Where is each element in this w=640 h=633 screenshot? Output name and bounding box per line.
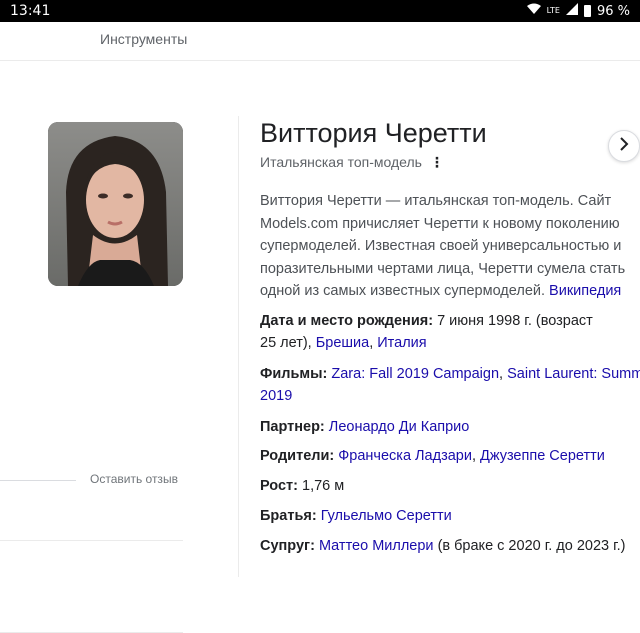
fact-label: Партнер: <box>260 419 325 435</box>
feedback-link[interactable]: Оставить отзыв <box>90 472 178 486</box>
fact-label: Родители: <box>260 448 335 464</box>
fact-siblings: Братья: Гульельмо Серетти <box>260 505 452 527</box>
fact-label: Фильмы: <box>260 366 328 382</box>
signal-icon <box>565 3 578 19</box>
fact-value: 7 июня 1998 г. (возраст <box>437 313 593 329</box>
fact-partner: Партнер: Леонардо Ди Каприо <box>260 416 469 438</box>
fact-birth: Дата и место рождения: 7 июня 1998 г. (в… <box>260 310 593 332</box>
film-link-zara[interactable]: Zara: Fall 2019 Campaign <box>331 366 499 382</box>
fact-spouse: Супруг: Маттео Миллери (в браке с 2020 г… <box>260 535 626 557</box>
separator: , <box>499 366 504 382</box>
status-time: 13:41 <box>10 3 51 19</box>
parent-link-father[interactable]: Джузеппе Серетти <box>480 448 605 464</box>
birthplace-link-italy[interactable]: Италия <box>377 335 426 351</box>
wikipedia-link[interactable]: Википедия <box>549 283 621 299</box>
subtitle-row: Итальянская топ-модель ⋮ <box>260 154 444 170</box>
entity-description: Виттория Черетти — итальянская топ-модел… <box>260 190 630 303</box>
fact-films-line2: 2019 <box>260 385 292 407</box>
tools-bar: Инструменты <box>0 22 640 61</box>
partner-link[interactable]: Леонардо Ди Каприо <box>329 419 470 435</box>
chevron-right-icon <box>619 136 629 156</box>
parent-link-mother[interactable]: Франческа Ладзари <box>338 448 472 464</box>
separator: , <box>471 448 476 464</box>
entity-title: Виттория Черетти <box>260 118 487 148</box>
tools-button[interactable]: Инструменты <box>100 31 187 47</box>
separator: , <box>369 335 374 351</box>
fact-value: 25 лет), <box>260 335 312 351</box>
lte-label: LTE <box>546 6 560 15</box>
next-button[interactable] <box>608 130 640 162</box>
status-bar: 13:41 LTE 96 % <box>0 0 640 22</box>
panel-divider <box>238 116 239 577</box>
fact-value: 1,76 м <box>302 478 345 494</box>
entity-photo[interactable] <box>48 122 183 286</box>
film-link-saint-laurent[interactable]: Saint Laurent: Summer <box>507 366 640 382</box>
birthplace-link-brescia[interactable]: Брешиа <box>316 335 369 351</box>
spouse-link[interactable]: Маттео Миллери <box>319 538 434 554</box>
fact-label: Дата и место рождения: <box>260 313 434 329</box>
fact-films: Фильмы: Zara: Fall 2019 Campaign, Saint … <box>260 363 640 385</box>
fact-value: (в браке с 2020 г. до 2023 г.) <box>437 538 626 554</box>
feedback-divider <box>0 480 76 481</box>
divider <box>0 540 183 541</box>
left-panel: Оставить отзыв <box>0 60 238 633</box>
fact-parents: Родители: Франческа Ладзари, Джузеппе Се… <box>260 445 605 467</box>
fact-height: Рост: 1,76 м <box>260 475 344 497</box>
wifi-icon <box>526 3 541 19</box>
battery-percent: 96 % <box>596 3 630 19</box>
film-link-year[interactable]: 2019 <box>260 388 292 404</box>
status-icons: LTE 96 % <box>526 3 630 19</box>
fact-label: Рост: <box>260 478 298 494</box>
fact-birth-line2: 25 лет), Брешиа, Италия <box>260 332 427 354</box>
fact-label: Супруг: <box>260 538 315 554</box>
fact-label: Братья: <box>260 508 317 524</box>
sibling-link[interactable]: Гульельмо Серетти <box>321 508 452 524</box>
battery-icon <box>583 5 591 17</box>
entity-subtitle: Итальянская топ-модель <box>260 154 422 170</box>
more-vert-icon[interactable]: ⋮ <box>430 155 444 169</box>
